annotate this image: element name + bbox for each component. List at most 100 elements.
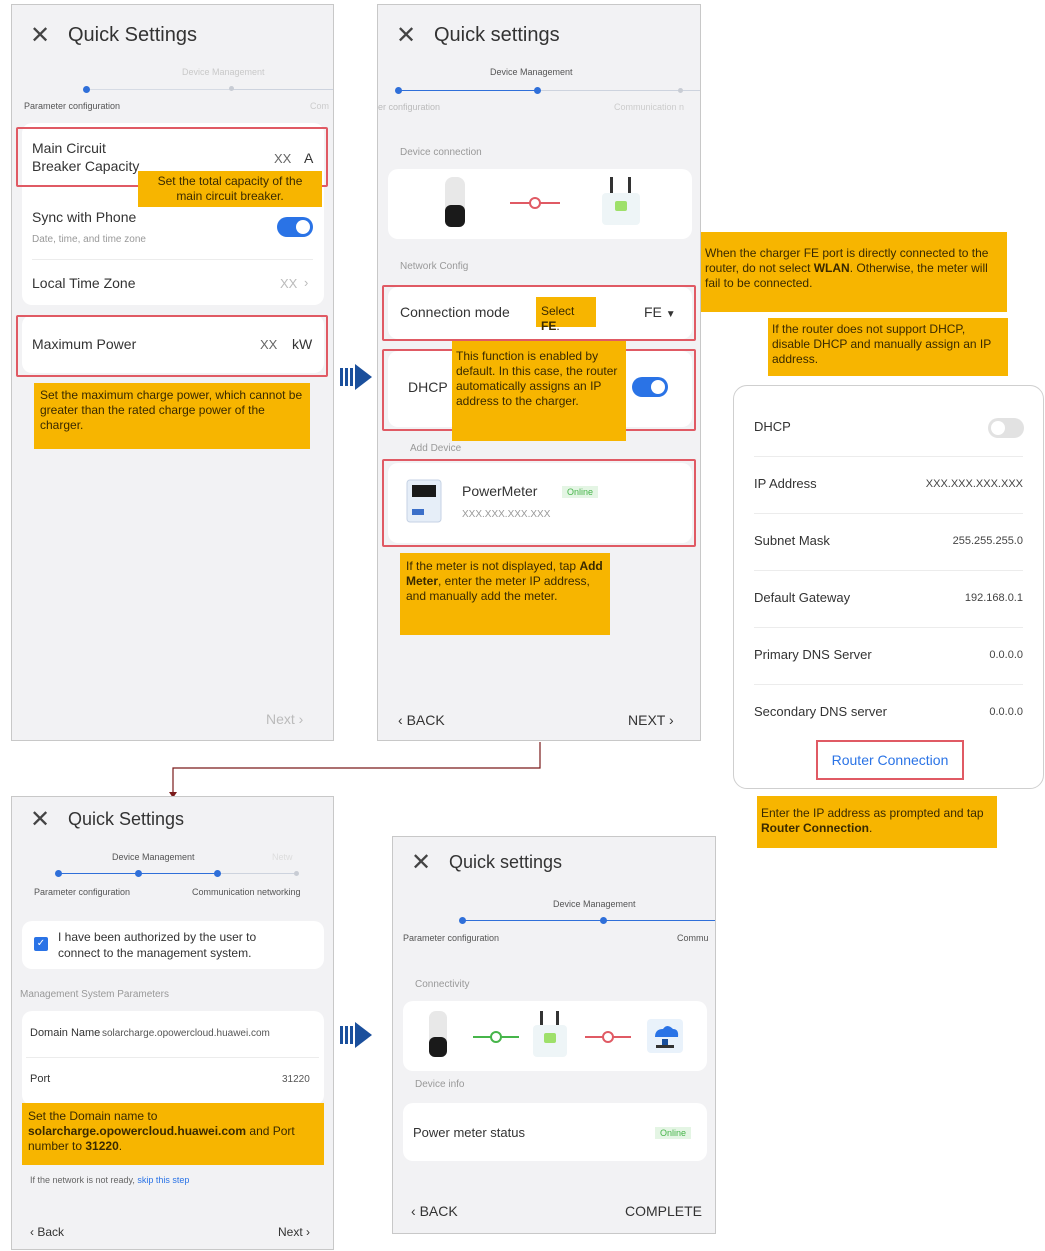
- timezone-label: Local Time Zone: [32, 275, 136, 291]
- step-line: [87, 89, 232, 90]
- timezone-value[interactable]: XX: [280, 276, 297, 291]
- dhcp-settings-panel: DHCP IP Address XXX.XXX.XXX.XXX Subnet Mask…: [733, 385, 1044, 789]
- step-label-parameter: Parameter configuration: [403, 933, 500, 943]
- back-button[interactable]: ‹ Back: [30, 1225, 64, 1239]
- dhcp-row: Primary DNS Server 0.0.0.0: [734, 628, 1043, 685]
- page-title: Quick Settings: [68, 23, 197, 46]
- complete-button[interactable]: COMPLETE: [625, 1203, 702, 1219]
- step-label-communication: Communication n: [614, 102, 685, 112]
- step-dot-active: [534, 87, 541, 94]
- next-step-arrow-icon: [340, 364, 372, 390]
- back-button[interactable]: ‹ BACK: [398, 712, 445, 728]
- header: ✕ Quick Settings: [12, 799, 333, 839]
- section-add-device: Add Device: [410, 443, 462, 454]
- section-network-config: Network Config: [400, 261, 469, 272]
- connection-mode-dropdown[interactable]: FE ▼: [644, 304, 676, 320]
- step-label-parameter: er configuration: [378, 102, 441, 112]
- step-label-device-management: Device Management: [112, 852, 195, 862]
- power-meter-icon: [406, 479, 442, 523]
- step-label-parameter: Parameter configuration: [24, 101, 121, 111]
- skip-link[interactable]: skip this step: [137, 1175, 189, 1185]
- close-icon[interactable]: ✕: [30, 21, 60, 50]
- phone-screen-connectivity: ✕ Quick settings Device Management Param…: [392, 836, 716, 1234]
- back-button[interactable]: ‹ BACK: [411, 1203, 458, 1219]
- divider: [32, 259, 313, 260]
- section-device-connection: Device connection: [400, 147, 482, 158]
- step-dot: [229, 86, 234, 91]
- step-label-device-management: Device Management: [182, 67, 265, 77]
- step-label-next: Com: [310, 101, 330, 111]
- link-broken-icon: [585, 1031, 631, 1043]
- next-button[interactable]: NEXT ›: [628, 712, 674, 728]
- note-text: If the meter is not displayed, tap: [406, 559, 580, 573]
- note-bold: 31220: [85, 1139, 119, 1153]
- dhcp-row-label: Secondary DNS server: [754, 704, 887, 719]
- dhcp-row-value[interactable]: XXX.XXX.XXX.XXX: [926, 478, 1023, 490]
- note-domain-port: Set the Domain name to solarcharge.opowe…: [22, 1103, 324, 1165]
- step-label-network: Netw: [272, 852, 293, 862]
- close-icon[interactable]: ✕: [30, 805, 60, 834]
- domain-value[interactable]: solarcharge.opowercloud.huawei.com: [102, 1028, 270, 1039]
- step-label-device-management: Device Management: [490, 67, 573, 77]
- header: ✕ Quick settings: [378, 5, 700, 65]
- divider: [26, 1057, 319, 1058]
- section-management-system: Management System Parameters: [20, 989, 169, 1000]
- back-label: BACK: [419, 1203, 458, 1219]
- dhcp-row: DHCP: [734, 400, 1043, 457]
- step-line: [463, 920, 603, 921]
- note-text: .: [118, 1139, 123, 1153]
- dhcp-row-value[interactable]: 0.0.0.0: [989, 706, 1023, 718]
- page-title: Quick settings: [449, 851, 563, 872]
- dhcp-row-label: Default Gateway: [754, 590, 851, 605]
- note-text: Select: [541, 304, 575, 318]
- router-connection-button[interactable]: Router Connection: [816, 740, 964, 780]
- main-circuit-label: Main Circuit Breaker Capacity: [32, 140, 140, 174]
- port-value[interactable]: 31220: [282, 1074, 310, 1085]
- dhcp-row-label: Subnet Mask: [754, 533, 830, 548]
- next-button[interactable]: Next ›: [266, 711, 303, 727]
- page-title: Quick Settings: [68, 808, 185, 829]
- meter-status-label: Power meter status: [413, 1125, 525, 1140]
- sync-label: Sync with Phone: [32, 209, 137, 225]
- meter-status-badge: Online: [562, 486, 599, 498]
- meter-name: PowerMeter: [462, 483, 538, 499]
- max-power-label: Maximum Power: [32, 336, 137, 352]
- dhcp-row: Default Gateway 192.168.0.1: [734, 571, 1043, 628]
- next-label: Next: [266, 711, 295, 727]
- main-circuit-value[interactable]: XX: [274, 151, 291, 166]
- dropdown-icon: ▼: [665, 309, 676, 320]
- dhcp-row-label: Primary DNS Server: [754, 647, 872, 662]
- note-bold: FE: [541, 319, 557, 333]
- sync-toggle[interactable]: [277, 217, 313, 237]
- note-router-connection: Enter the IP address as prompted and tap…: [757, 796, 997, 848]
- dhcp-row-value[interactable]: 0.0.0.0: [989, 649, 1023, 661]
- header: ✕ Quick Settings: [12, 5, 333, 65]
- step-label-device-management: Device Management: [553, 899, 636, 909]
- link-broken-icon: [510, 197, 560, 209]
- max-power-value[interactable]: XX: [260, 337, 277, 352]
- sync-sub: Date, time, and time zone: [32, 234, 146, 245]
- auth-checkbox[interactable]: ✓: [34, 937, 48, 951]
- note-select-fe: Select FE.: [536, 297, 596, 333]
- dhcp-toggle[interactable]: [632, 377, 668, 397]
- step-label-communication: Commu: [677, 933, 709, 943]
- step-dot: [294, 871, 299, 876]
- next-button[interactable]: Next ›: [278, 1225, 310, 1239]
- chevron-right-icon[interactable]: ›: [304, 275, 308, 290]
- dhcp-row-label: DHCP: [754, 419, 791, 434]
- close-icon[interactable]: ✕: [411, 848, 441, 877]
- dhcp-row-value[interactable]: 255.255.255.0: [953, 535, 1023, 547]
- note-router-dhcp: If the router does not support DHCP, dis…: [768, 318, 1008, 376]
- next-label: Next: [278, 1225, 303, 1239]
- meter-ip: XXX.XXX.XXX.XXX: [462, 509, 551, 520]
- dhcp-toggle[interactable]: [988, 418, 1024, 438]
- connection-mode-label: Connection mode: [400, 304, 510, 320]
- cloud-icon: [647, 1019, 683, 1053]
- step-label-communication: Communication networking: [192, 887, 301, 897]
- management-card: [22, 1011, 324, 1105]
- dhcp-row-value[interactable]: 192.168.0.1: [965, 592, 1023, 604]
- step-dot: [678, 88, 683, 93]
- back-label: BACK: [406, 712, 445, 728]
- step-dot-active: [214, 870, 221, 877]
- close-icon[interactable]: ✕: [396, 21, 426, 50]
